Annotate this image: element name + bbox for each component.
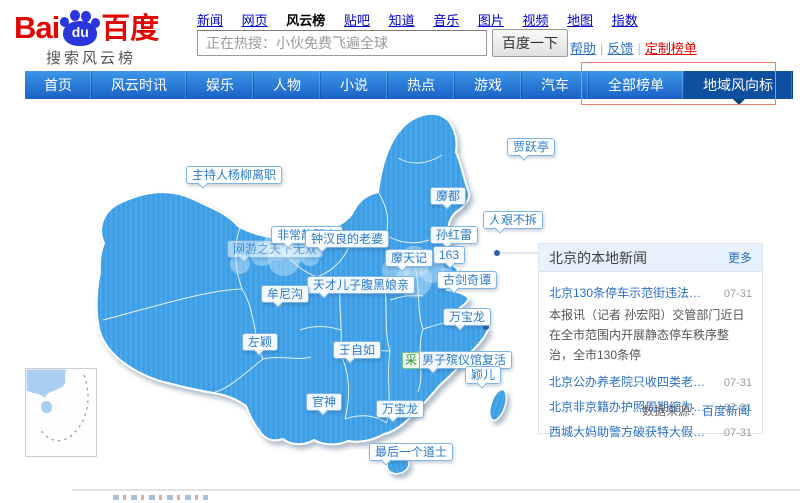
news-panel-header: 北京的本地新闻 更多 <box>539 244 762 272</box>
nav-tab-people[interactable]: 人物 <box>254 71 321 99</box>
news-item-title[interactable]: 北京130条停车示范街违法停车… <box>549 284 711 301</box>
nav-tab-trend-news[interactable]: 风云时讯 <box>92 71 187 99</box>
map-label[interactable]: 魔天记 <box>385 249 433 267</box>
nav-tab-novels[interactable]: 小说 <box>321 71 388 99</box>
map-label[interactable]: 孙红雷 <box>430 226 478 244</box>
map-label[interactable]: 最后一个道士 <box>369 443 453 461</box>
beijing-dot <box>494 250 500 256</box>
map-label-badge[interactable]: 采 <box>402 352 420 369</box>
map-label[interactable]: 魔都 <box>430 187 466 205</box>
map-label[interactable]: 颖儿 <box>465 366 501 384</box>
nav-tab-cars[interactable]: 汽车 <box>522 71 589 99</box>
cutoff-text-fragment <box>113 495 208 500</box>
taiwan-island <box>486 388 509 423</box>
news-panel-title: 北京的本地新闻 <box>549 248 647 268</box>
news-item-summary: 本报讯（记者 孙宏阳）交管部门近日在全市范围内开展静态停车秩序整治，全市130条… <box>549 305 752 365</box>
nav-tab-home[interactable]: 首页 <box>25 71 92 99</box>
map-label[interactable]: 古剑奇谭 <box>437 271 497 289</box>
news-item: 西城大妈助警方破获特大假烟案… 07-31 <box>549 423 752 440</box>
nav-tab-games[interactable]: 游戏 <box>455 71 522 99</box>
map-label[interactable]: 万宝龙 <box>376 400 424 418</box>
south-china-sea-inset <box>25 368 97 457</box>
news-item-title[interactable]: 北京公办养老院只收四类老人 … <box>549 373 711 390</box>
inset-island <box>41 401 53 414</box>
inset-map-svg <box>26 369 94 454</box>
map-label[interactable]: 贾跃亭 <box>507 138 555 156</box>
nav-tab-people-trends[interactable]: 人群风向标 <box>793 71 800 99</box>
map-label[interactable]: 王自如 <box>333 341 381 359</box>
map-label[interactable]: 人艰不拆 <box>483 211 543 229</box>
news-item-date: 07-31 <box>724 377 752 389</box>
map-label[interactable]: 牟尼沟 <box>261 285 309 303</box>
map-label[interactable]: 163 <box>433 246 465 264</box>
news-source-label: 数据来源： <box>642 404 702 418</box>
map-label[interactable]: 官神 <box>306 393 342 411</box>
map-label[interactable]: 主持人杨柳离职 <box>186 166 282 184</box>
news-item: 北京130条停车示范街违法停车… 07-31 <box>549 284 752 301</box>
news-item-title[interactable]: 西城大妈助警方破获特大假烟案… <box>549 423 711 440</box>
map-label[interactable]: 万宝龙 <box>443 308 491 326</box>
map-label[interactable]: 天才儿子腹黑娘亲 <box>307 276 415 294</box>
nav-tab-region-trends[interactable]: 地域风向标 <box>684 71 793 99</box>
local-news-panel: 北京的本地新闻 更多 北京130条停车示范街违法停车… 07-31 本报讯（记者… <box>538 243 763 434</box>
map-label[interactable]: 钟汉良的老婆 <box>305 230 389 248</box>
news-item: 北京公办养老院只收四类老人 … 07-31 <box>549 373 752 390</box>
nav-tab-hot[interactable]: 热点 <box>388 71 455 99</box>
main-nav-bar: 首页 风云时讯 娱乐 人物 小说 热点 游戏 汽车 全部榜单 地域风向标 人群风… <box>25 71 775 99</box>
news-item-date: 07-31 <box>724 288 752 300</box>
nav-tab-all-lists[interactable]: 全部榜单 <box>589 71 684 99</box>
map-label[interactable]: 左颖 <box>242 333 278 351</box>
news-source-link[interactable]: 百度新闻 <box>702 404 750 418</box>
inset-coastline <box>26 369 68 399</box>
news-item-date: 07-31 <box>724 427 752 439</box>
nav-tab-entertainment[interactable]: 娱乐 <box>187 71 254 99</box>
news-source: 数据来源：百度新闻 <box>642 402 750 419</box>
news-more-link[interactable]: 更多 <box>728 249 752 266</box>
